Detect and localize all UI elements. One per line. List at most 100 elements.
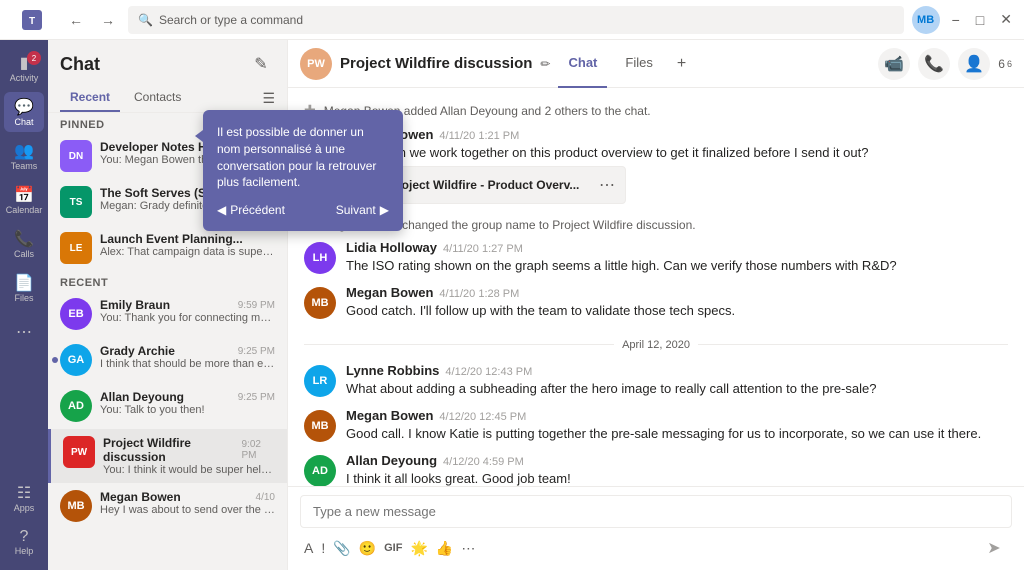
message-avatar: LH (304, 242, 336, 274)
tooltip-prev-button[interactable]: ◀ Précédent (217, 203, 285, 217)
list-item[interactable]: LE Launch Event Planning... Alex: That c… (48, 225, 287, 271)
message-content: Megan Bowen 4/11/20 1:28 PM Good catch. … (346, 285, 735, 320)
sidebar-item-activity[interactable]: ▮ 2 Activity (4, 48, 44, 88)
sidebar-label-chat: Chat (14, 117, 33, 127)
next-arrow-icon: ▶ (380, 203, 389, 217)
sidebar-label-activity: Activity (10, 73, 39, 83)
message-group: AD Allan Deyoung 4/12/20 4:59 PM I think… (304, 453, 1008, 486)
message-time: 4/11/20 1:27 PM (443, 243, 523, 255)
sidebar-item-teams[interactable]: 👥 Teams (4, 136, 44, 176)
compose-button[interactable]: ✎ (247, 50, 275, 78)
add-tab-button[interactable]: + (671, 51, 692, 77)
chat-item-name: Allan Deyoung (100, 390, 184, 404)
list-item[interactable]: MB Megan Bowen 4/10 Hey I was about to s… (48, 483, 287, 529)
like-icon[interactable]: 👍 (436, 540, 453, 557)
window-minimize-button[interactable]: − (948, 12, 964, 28)
chat-item-time: 9:59 PM (238, 300, 275, 311)
message-content: Megan Bowen 4/12/20 12:45 PM Good call. … (346, 408, 981, 443)
sidebar-item-calendar[interactable]: 📅 Calendar (4, 180, 44, 220)
send-button[interactable]: ➤ (980, 534, 1008, 562)
unread-indicator (52, 357, 58, 363)
calendar-icon: 📅 (14, 185, 34, 205)
tooltip-next-button[interactable]: Suivant ▶ (336, 203, 389, 217)
window-maximize-button[interactable]: □ (972, 12, 988, 28)
message-sender: Megan Bowen (346, 285, 433, 300)
sidebar-item-help[interactable]: ? Help (4, 522, 44, 562)
tooltip-popover: Il est possible de donner un nom personn… (203, 110, 403, 231)
window-close-button[interactable]: ✕ (996, 11, 1016, 28)
search-icon: 🔍 (138, 13, 153, 27)
chat-item-content: Project Wildfire discussion 9:02 PM You:… (103, 436, 275, 476)
system-message: ✚ Megan Bowen added Allan Deyoung and 2 … (304, 98, 1008, 123)
audio-call-button[interactable]: 📞 (918, 48, 950, 80)
apps-icon: ☷ (17, 483, 31, 503)
attach-icon[interactable]: ! (321, 540, 325, 556)
message-sender: Lidia Holloway (346, 240, 437, 255)
tooltip-prev-label: Précédent (230, 203, 285, 217)
screenshare-button[interactable]: 👤 (958, 48, 990, 80)
message-content: Megan Bowen 4/11/20 1:21 PM Hi all. Can … (346, 127, 868, 204)
list-item[interactable]: EB Emily Braun 9:59 PM You: Thank you fo… (48, 291, 287, 337)
chat-icon: 💬 (14, 97, 34, 117)
message-input[interactable] (300, 495, 1012, 528)
sidebar-item-more[interactable]: ⋯ (4, 312, 44, 352)
sticker-icon[interactable]: 🌟 (410, 540, 427, 557)
sidebar-item-apps[interactable]: ☷ Apps (4, 478, 44, 518)
sidebar-label-files: Files (14, 293, 33, 303)
video-call-button[interactable]: 📹 (878, 48, 910, 80)
more-options-icon[interactable]: ⋯ (461, 540, 475, 557)
sidebar-label-help: Help (15, 546, 34, 556)
sidebar-label-calls: Calls (14, 249, 34, 259)
recent-section-label: Recent (48, 271, 287, 291)
sidebar-item-calls[interactable]: 📞 Calls (4, 224, 44, 264)
message-time: 4/12/20 12:45 PM (439, 411, 526, 423)
format-text-icon[interactable]: A (304, 540, 313, 556)
attachment-name: Project Wildfire - Product Overv... (389, 178, 579, 192)
avatar: GA (60, 344, 92, 376)
list-item[interactable]: GA Grady Archie 9:25 PM I think that sho… (48, 337, 287, 383)
avatar: LE (60, 232, 92, 264)
paperclip-icon[interactable]: 📎 (333, 540, 350, 557)
tab-contacts[interactable]: Contacts (124, 84, 191, 112)
avatar: PW (63, 436, 95, 468)
chat-item-preview: You: Talk to you then! (100, 404, 275, 416)
app-logo: T (8, 10, 56, 30)
sidebar-item-chat[interactable]: 💬 Chat (4, 92, 44, 132)
chat-item-time: 9:25 PM (238, 392, 275, 403)
filter-icon[interactable]: ☰ (262, 90, 275, 107)
user-avatar-top[interactable]: MB (912, 6, 940, 34)
chat-item-name: Megan Bowen (100, 490, 181, 504)
edit-name-icon[interactable]: ✏ (540, 57, 550, 71)
nav-back-button[interactable]: ← (64, 8, 88, 32)
chat-item-preview: You: Thank you for connecting me with th… (100, 312, 275, 324)
chat-item-content: Launch Event Planning... Alex: That camp… (100, 232, 275, 258)
search-bar[interactable]: 🔍 Search or type a command (128, 6, 904, 34)
message-group: LH Lidia Holloway 4/11/20 1:27 PM The IS… (304, 240, 1008, 275)
message-content: Lidia Holloway 4/11/20 1:27 PM The ISO r… (346, 240, 897, 275)
message-sender: Megan Bowen (346, 408, 433, 423)
list-item-selected[interactable]: PW Project Wildfire discussion 9:02 PM Y… (48, 429, 287, 483)
message-text: The ISO rating shown on the graph seems … (346, 257, 897, 275)
message-avatar: MB (304, 287, 336, 319)
sidebar: ▮ 2 Activity 💬 Chat 👥 Teams 📅 Calendar 📞… (0, 40, 48, 570)
message-sender: Lynne Robbins (346, 363, 439, 378)
nav-forward-button[interactable]: → (96, 8, 120, 32)
gif-icon[interactable]: GIF (384, 542, 402, 554)
chat-header-tab-chat[interactable]: Chat (558, 40, 607, 88)
calls-icon: 📞 (14, 229, 34, 249)
teams-icon: 👥 (14, 141, 34, 161)
emoji-icon[interactable]: 🙂 (359, 540, 376, 557)
participants-count: 66 (998, 57, 1012, 71)
sidebar-label-apps: Apps (14, 503, 35, 513)
sidebar-badge-activity: 2 (27, 51, 41, 65)
tab-recent[interactable]: Recent (60, 84, 120, 112)
chat-header: PW Project Wildfire discussion ✏ Chat Fi… (288, 40, 1024, 88)
chat-item-content: Emily Braun 9:59 PM You: Thank you for c… (100, 298, 275, 324)
sidebar-item-files[interactable]: 📄 Files (4, 268, 44, 308)
list-item[interactable]: AD Allan Deyoung 9:25 PM You: Talk to yo… (48, 383, 287, 429)
chat-item-content: Grady Archie 9:25 PM I think that should… (100, 344, 275, 370)
chat-item-name: Launch Event Planning... (100, 232, 275, 246)
attachment-more-icon[interactable]: ⋯ (599, 175, 615, 195)
avatar: MB (60, 490, 92, 522)
chat-header-tab-files[interactable]: Files (615, 40, 662, 88)
